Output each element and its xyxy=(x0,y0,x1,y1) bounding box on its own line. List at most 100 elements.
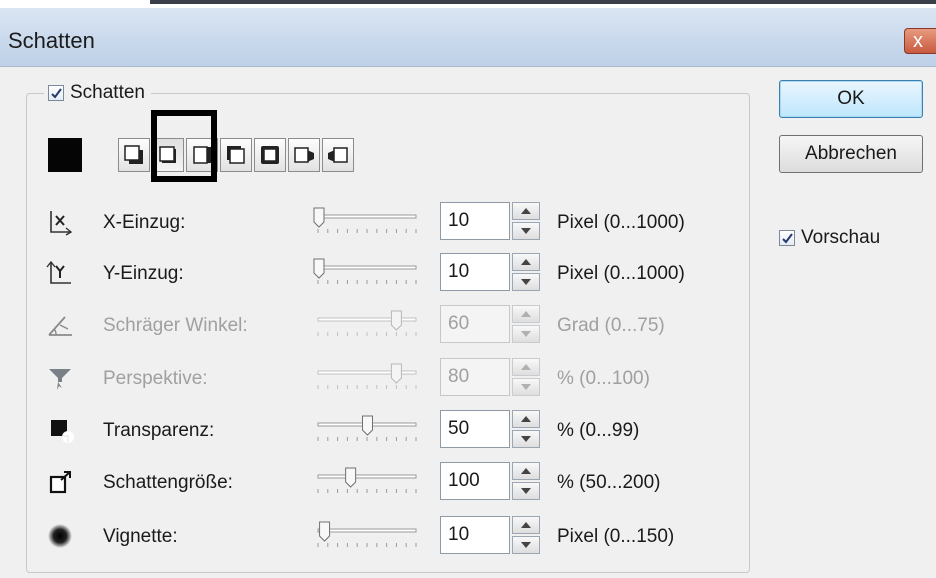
param-label: Y-Einzug: xyxy=(103,263,184,284)
param-value-input[interactable]: 100 xyxy=(440,462,510,500)
transparency-icon xyxy=(51,420,74,443)
background-window-strip xyxy=(0,0,936,8)
shadow-all-around-icon xyxy=(261,146,279,164)
window-title: Schatten xyxy=(8,28,95,53)
param-value-input: 80 xyxy=(440,358,510,396)
spin-down-icon xyxy=(512,378,540,396)
shadow-shape-buttons xyxy=(118,138,356,172)
shadow-shape-button-2[interactable] xyxy=(152,138,184,172)
close-icon: x xyxy=(913,30,923,52)
shadow-shape-button-3[interactable] xyxy=(186,138,218,172)
spin-up-icon[interactable] xyxy=(512,462,540,480)
param-value-input[interactable]: 50 xyxy=(440,410,510,448)
spin-down-icon[interactable] xyxy=(512,482,540,500)
param-row-transparenz: Transparenz: 50 % (0...99) xyxy=(40,410,740,450)
param-row-schraeger-winkel: Schräger Winkel: 60 Grad (0...75) xyxy=(40,305,740,345)
param-unit: % (0...100) xyxy=(557,368,650,389)
param-spinner[interactable] xyxy=(512,253,540,291)
param-spinner[interactable] xyxy=(512,516,540,554)
param-spinner[interactable] xyxy=(512,202,540,240)
spin-up-icon xyxy=(512,358,540,376)
close-button[interactable]: x xyxy=(904,28,936,54)
perspective-funnel-icon xyxy=(49,369,71,390)
slider-track xyxy=(317,474,417,479)
slider-thumb xyxy=(313,207,325,228)
param-slider xyxy=(317,310,417,336)
param-spinner[interactable] xyxy=(512,462,540,500)
param-label: X-Einzug: xyxy=(103,212,186,233)
param-value-input[interactable]: 10 xyxy=(440,516,510,554)
shadow-shape-button-7[interactable] xyxy=(322,138,354,172)
param-slider[interactable] xyxy=(312,466,422,496)
param-label: Schattengröße: xyxy=(103,472,233,493)
title-bar: Schatten x xyxy=(0,8,936,67)
param-slider[interactable] xyxy=(312,257,422,287)
slider-thumb xyxy=(313,258,325,279)
param-unit: % (50...200) xyxy=(557,472,661,493)
slider-thumb xyxy=(390,363,402,384)
param-label: Transparenz: xyxy=(103,420,215,441)
checkmark-icon xyxy=(781,232,793,244)
param-label: Schräger Winkel: xyxy=(103,315,248,336)
cancel-button[interactable]: Abbrechen xyxy=(779,135,923,173)
shadow-bottom-right-small-icon xyxy=(159,146,176,163)
vignette-icon xyxy=(48,524,72,548)
preview-label: Vorschau xyxy=(801,227,881,248)
param-label: Perspektive: xyxy=(103,368,208,389)
spin-up-icon[interactable] xyxy=(512,516,540,534)
spin-down-icon[interactable] xyxy=(512,536,540,554)
param-unit: Grad (0...75) xyxy=(557,315,665,336)
param-row-y-einzug: Y-Einzug: 10 Pixel (0...1000) xyxy=(40,253,740,293)
angle-icon xyxy=(48,316,72,336)
shadow-shape-button-5[interactable] xyxy=(254,138,286,172)
param-value-input[interactable]: 10 xyxy=(440,253,510,291)
spin-up-icon xyxy=(512,305,540,323)
param-label: Vignette: xyxy=(103,526,178,547)
shadow-checkbox[interactable] xyxy=(48,85,64,101)
background-window-edge xyxy=(150,0,936,4)
preview-checkbox[interactable] xyxy=(779,230,795,246)
slider-thumb xyxy=(345,467,357,488)
slider-thumb xyxy=(390,310,402,331)
shadow-checkbox-label: Schatten xyxy=(70,82,145,103)
spin-up-icon[interactable] xyxy=(512,253,540,271)
param-spinner xyxy=(512,358,540,396)
y-offset-icon xyxy=(46,260,71,284)
checkmark-icon xyxy=(50,87,62,99)
param-spinner xyxy=(512,305,540,343)
param-slider[interactable] xyxy=(312,206,422,236)
spin-down-icon[interactable] xyxy=(512,222,540,240)
preview-toggle[interactable]: Vorschau xyxy=(779,227,880,249)
x-offset-icon xyxy=(50,211,73,236)
shadow-perspective-right-icon xyxy=(328,147,348,163)
shadow-shape-button-6[interactable] xyxy=(288,138,320,172)
spin-down-icon[interactable] xyxy=(512,273,540,291)
shadow-size-icon xyxy=(49,471,71,494)
spin-down-icon[interactable] xyxy=(512,430,540,448)
param-unit: Pixel (0...1000) xyxy=(557,263,685,284)
param-slider[interactable] xyxy=(312,414,422,444)
shadow-shape-button-1[interactable] xyxy=(118,138,150,172)
shadow-shape-button-4[interactable] xyxy=(220,138,252,172)
spin-up-icon[interactable] xyxy=(512,202,540,220)
param-value-input: 60 xyxy=(440,305,510,343)
param-unit: Pixel (0...150) xyxy=(557,526,675,547)
param-row-x-einzug: X-Einzug: 10 Pixel (0...1000) xyxy=(40,202,740,242)
spin-up-icon[interactable] xyxy=(512,410,540,428)
shadow-bottom-right-icon xyxy=(124,145,143,164)
slider-thumb xyxy=(361,415,373,436)
spin-down-icon xyxy=(512,325,540,343)
param-spinner[interactable] xyxy=(512,410,540,448)
shadow-enable-toggle[interactable]: Schatten xyxy=(44,82,151,104)
param-slider[interactable] xyxy=(312,520,422,550)
shadow-right-icon xyxy=(193,146,211,164)
slider-track xyxy=(317,214,417,219)
param-slider xyxy=(317,363,417,389)
slider-thumb xyxy=(319,521,331,542)
shadow-perspective-left-icon xyxy=(294,147,314,163)
ok-button[interactable]: OK xyxy=(779,80,923,118)
shadow-color-swatch[interactable] xyxy=(48,138,82,172)
slider-track xyxy=(317,265,417,270)
param-value-input[interactable]: 10 xyxy=(440,202,510,240)
param-row-vignette: Vignette: 10 Pixel (0...150) xyxy=(40,516,740,556)
